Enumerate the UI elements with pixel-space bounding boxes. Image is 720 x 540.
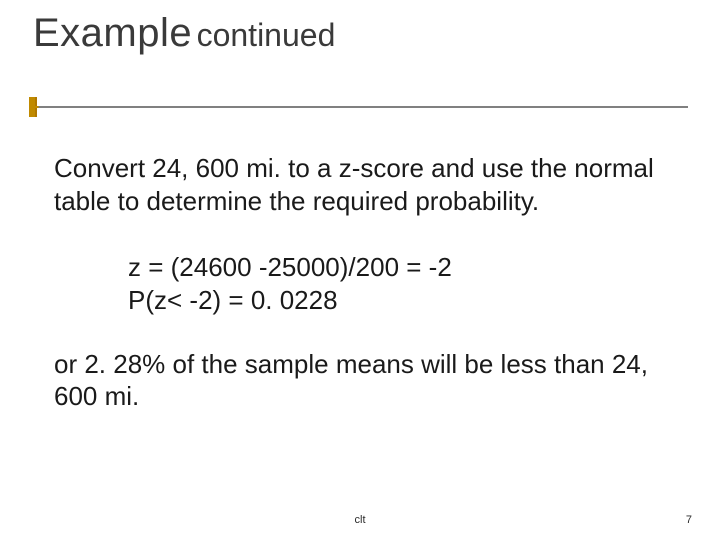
slide: Example continued Convert 24, 600 mi. to… (0, 0, 720, 540)
calc-line-prob: P(z< -2) = 0. 0228 (128, 284, 674, 317)
calculation-block: z = (24600 -25000)/200 = -2 P(z< -2) = 0… (128, 251, 674, 318)
calc-line-z: z = (24600 -25000)/200 = -2 (128, 251, 674, 284)
slide-content: Convert 24, 600 mi. to a z-score and use… (54, 152, 674, 413)
title-underline (32, 106, 688, 108)
page-number: 7 (686, 514, 692, 526)
paragraph-conclusion: or 2. 28% of the sample means will be le… (54, 348, 674, 413)
slide-title: Example continued (33, 11, 673, 56)
footer-label: clt (0, 514, 720, 526)
title-sub: continued (197, 17, 336, 53)
paragraph-intro: Convert 24, 600 mi. to a z-score and use… (54, 152, 674, 217)
title-main: Example (33, 11, 192, 55)
